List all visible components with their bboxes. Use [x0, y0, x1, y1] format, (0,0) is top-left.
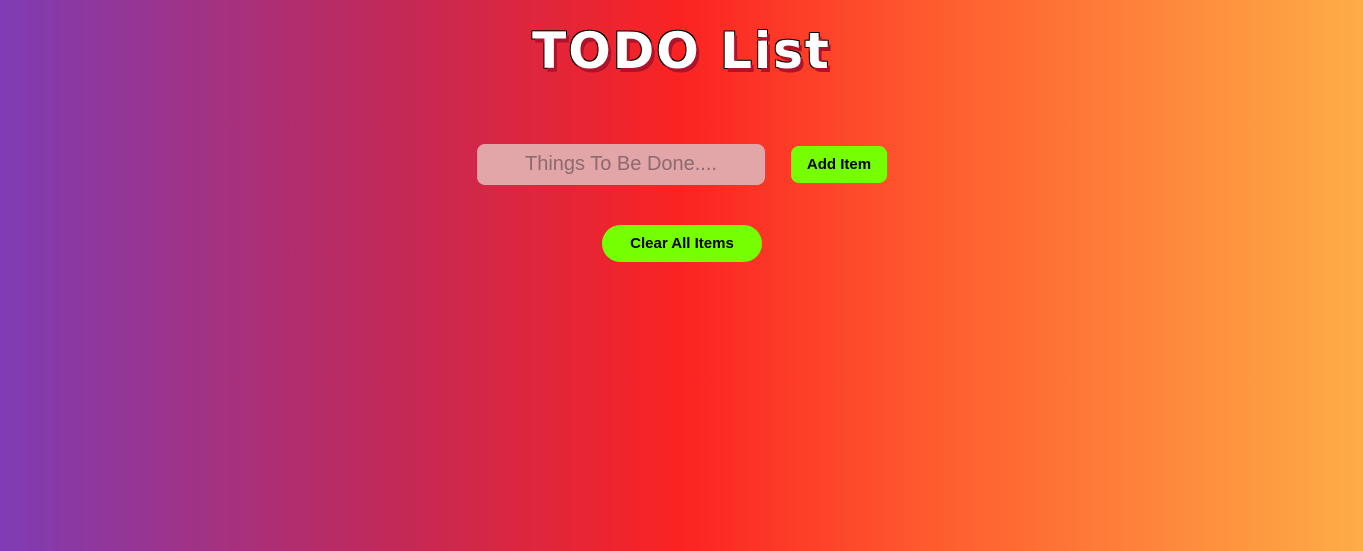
clear-all-button[interactable]: Clear All Items — [602, 225, 762, 262]
todo-input[interactable] — [477, 144, 765, 185]
page-title: TODO List — [532, 22, 831, 80]
todo-app: TODO List Add Item Clear All Items — [0, 0, 1363, 551]
add-item-button[interactable]: Add Item — [791, 146, 887, 183]
